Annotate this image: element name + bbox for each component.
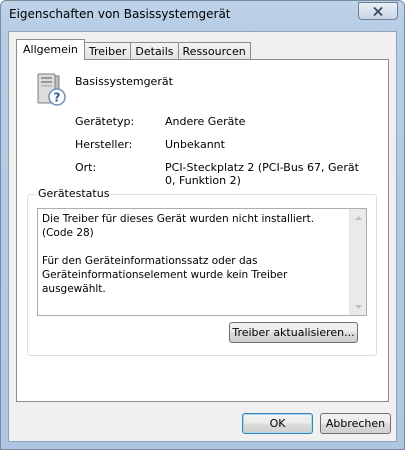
tab-details[interactable]: Details [130, 42, 179, 60]
close-icon [373, 6, 383, 16]
location-label: Ort: [75, 161, 97, 174]
status-scrollbar[interactable] [349, 209, 366, 315]
scroll-down-icon[interactable] [350, 298, 366, 315]
ok-button[interactable]: OK [242, 413, 313, 434]
device-status-label: Gerätestatus [36, 187, 112, 200]
cancel-button[interactable]: Abbrechen [320, 413, 391, 434]
title-bar[interactable]: Eigenschaften von Basissystemgerät [1, 1, 404, 31]
tab-ressourcen[interactable]: Ressourcen [177, 42, 251, 60]
unknown-device-icon: ? [37, 73, 66, 106]
general-tab-panel: ? Basissystemgerät Gerätetyp: Andere Ger… [16, 59, 389, 402]
device-type-value: Andere Geräte [165, 115, 246, 128]
tab-allgemein[interactable]: Allgemein [16, 39, 85, 60]
scroll-up-icon[interactable] [350, 209, 366, 226]
tab-treiber[interactable]: Treiber [83, 42, 132, 60]
manufacturer-label: Hersteller: [75, 138, 133, 151]
device-status-textbox[interactable]: Die Treiber für dieses Gerät wurden nich… [37, 208, 367, 316]
device-status-group: Gerätestatus Die Treiber für dieses Gerä… [27, 187, 377, 356]
location-value: PCI-Steckplatz 2 (PCI-Bus 67, Gerät 0, F… [165, 161, 359, 187]
svg-text:?: ? [54, 91, 61, 105]
device-status-text: Die Treiber für dieses Gerät wurden nich… [42, 213, 315, 295]
properties-dialog: Eigenschaften von Basissystemgerät Allge… [0, 0, 405, 450]
update-driver-button[interactable]: Treiber aktualisieren... [229, 322, 358, 343]
manufacturer-value: Unbekannt [165, 138, 225, 151]
window-title: Eigenschaften von Basissystemgerät [9, 7, 231, 21]
close-button[interactable] [358, 2, 398, 20]
tab-strip: Allgemein Treiber Details Ressourcen [16, 39, 251, 60]
dialog-client: Allgemein Treiber Details Ressourcen ? B… [8, 31, 397, 442]
device-type-label: Gerätetyp: [75, 115, 135, 128]
device-name: Basissystemgerät [75, 75, 173, 88]
